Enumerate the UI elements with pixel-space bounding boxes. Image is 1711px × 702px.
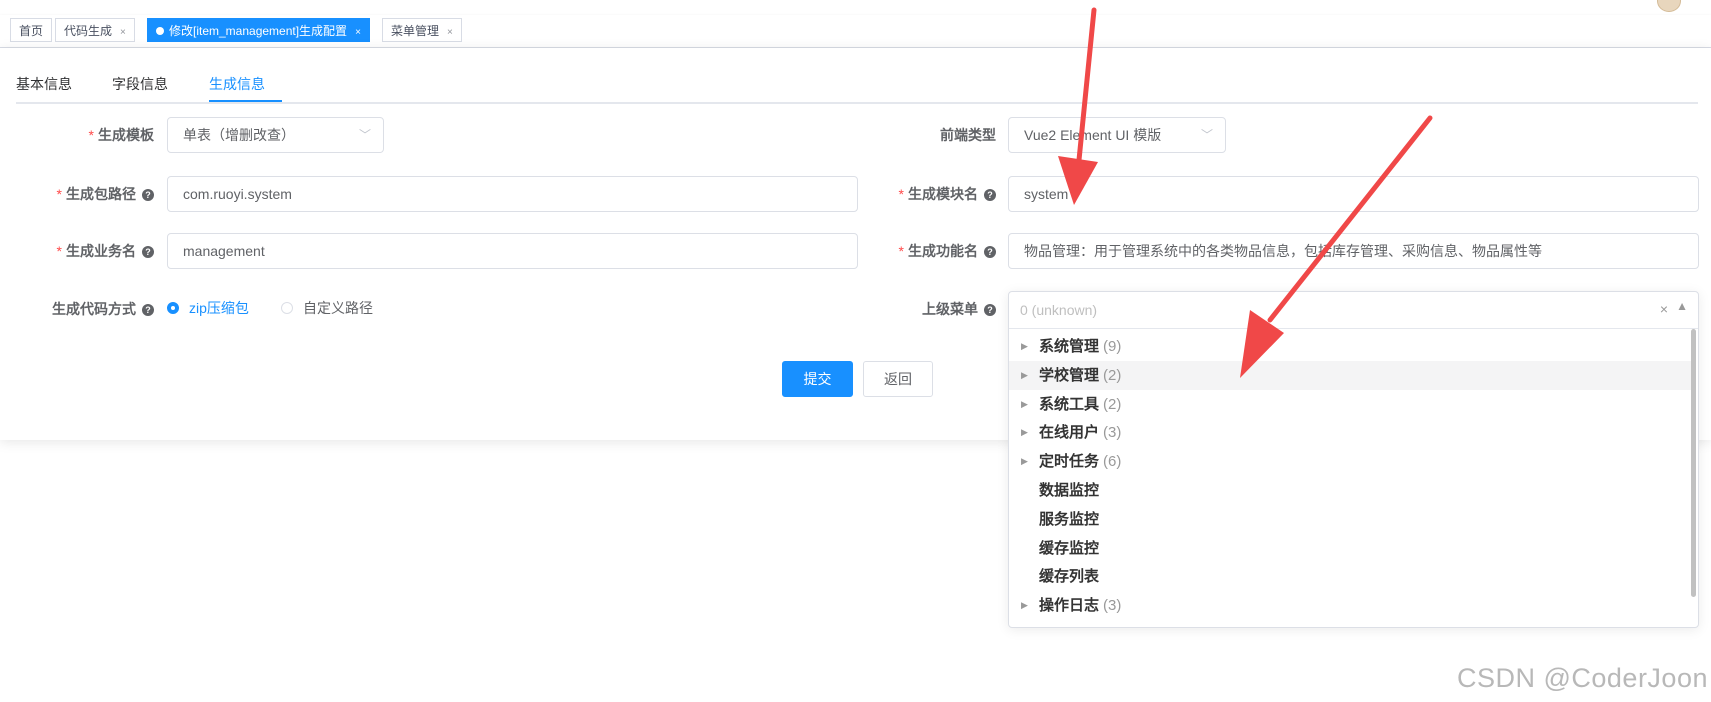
radio-zip[interactable]: zip压缩包: [167, 298, 249, 318]
tree-option[interactable]: ▶ 系统工具 (2): [1009, 390, 1691, 419]
tag-menu-manage[interactable]: 菜单管理 ×: [382, 18, 462, 42]
tree-option[interactable]: ▶ 系统管理 (9): [1009, 332, 1691, 361]
radio-custom-path[interactable]: 自定义路径: [281, 298, 373, 318]
close-icon[interactable]: ×: [447, 27, 453, 38]
tree-option[interactable]: ▶ 操作日志 (3): [1009, 591, 1691, 620]
treeselect-control[interactable]: 0 (unknown) × ▲: [1009, 292, 1698, 329]
tree-option[interactable]: 服务监控: [1009, 505, 1691, 534]
question-circle-icon[interactable]: ?: [984, 304, 996, 316]
tab-basic-info[interactable]: 基本信息: [16, 74, 72, 94]
tree-option[interactable]: ▶ 定时任务 (6): [1009, 447, 1691, 476]
tree-option[interactable]: 缓存监控: [1009, 534, 1691, 563]
chevron-down-icon: ﹀: [358, 128, 371, 142]
tree-option[interactable]: 缓存列表: [1009, 562, 1691, 591]
question-circle-icon[interactable]: ?: [984, 189, 996, 201]
business-name-input[interactable]: management: [167, 233, 858, 269]
caret-right-icon[interactable]: ▶: [1021, 390, 1028, 419]
tag-label: 菜单管理: [391, 24, 440, 38]
tag-label: 修改[item_management]生成配置: [169, 24, 348, 38]
top-navbar: [0, 0, 1711, 16]
submit-button[interactable]: 提交: [782, 361, 853, 397]
caret-right-icon[interactable]: ▶: [1021, 361, 1028, 390]
tree-option[interactable]: ▶ 在线用户 (3): [1009, 418, 1691, 447]
frontend-label: 前端类型: [940, 127, 996, 143]
dropdown-scrollbar[interactable]: [1691, 329, 1696, 597]
watermark: CSDN @CoderJoon: [1456, 663, 1708, 693]
tab-gen-info[interactable]: 生成信息: [209, 74, 265, 94]
back-button[interactable]: 返回: [863, 361, 933, 397]
business-label: * 生成业务名?: [40, 233, 154, 269]
question-circle-icon[interactable]: ?: [142, 189, 154, 201]
tag-label: 代码生成: [64, 24, 113, 38]
module-label: * 生成模块名?: [880, 176, 996, 212]
template-select[interactable]: 单表（增删改查） ﹀: [167, 117, 384, 153]
caret-right-icon[interactable]: ▶: [1021, 418, 1028, 447]
function-name-input[interactable]: 物品管理：用于管理系统中的各类物品信息，包括库存管理、采购信息、物品属性等: [1008, 233, 1699, 269]
tree-option[interactable]: ▶ 学校管理 (2): [1009, 361, 1691, 390]
module-name-input[interactable]: system: [1008, 176, 1699, 212]
radio-checked-icon: [167, 302, 179, 314]
question-circle-icon[interactable]: ?: [984, 246, 996, 258]
tag-label: 首页: [19, 24, 44, 38]
question-circle-icon[interactable]: ?: [142, 304, 154, 316]
tag-home[interactable]: 首页: [10, 18, 53, 42]
package-label: * 生成包路径?: [40, 176, 154, 212]
caret-right-icon[interactable]: ▶: [1021, 332, 1028, 361]
active-dot-icon: [156, 27, 164, 35]
gentype-label: 生成代码方式?: [40, 291, 154, 327]
caret-right-icon[interactable]: ▶: [1021, 591, 1028, 620]
treeselect-placeholder: 0 (unknown): [1020, 302, 1098, 318]
radio-unchecked-icon: [281, 302, 293, 314]
tag-gen-code[interactable]: 代码生成 ×: [55, 18, 135, 42]
package-path-input[interactable]: com.ruoyi.system: [167, 176, 858, 212]
question-circle-icon[interactable]: ?: [142, 246, 154, 258]
chevron-down-icon: ﹀: [1200, 128, 1213, 142]
clear-icon[interactable]: ×: [1660, 301, 1668, 317]
function-label: * 生成功能名?: [880, 233, 996, 269]
tpl-label: * 生成模板: [88, 127, 154, 143]
caret-right-icon[interactable]: ▶: [1021, 447, 1028, 476]
tabs-header: 基本信息 字段信息 生成信息: [16, 62, 1698, 104]
active-tab-indicator: [209, 100, 282, 102]
frontend-select[interactable]: Vue2 Element UI 模版 ﹀: [1008, 117, 1226, 153]
close-icon[interactable]: ×: [120, 27, 126, 38]
parent-menu-label: 上级菜单?: [880, 291, 996, 327]
close-icon[interactable]: ×: [355, 27, 361, 38]
tab-field-info[interactable]: 字段信息: [112, 74, 168, 94]
parent-menu-treeselect[interactable]: 0 (unknown) × ▲ ▶ 系统管理 (9) ▶ 学校管理 (2) ▶ 系统…: [1008, 291, 1699, 628]
tree-option[interactable]: 数据监控: [1009, 476, 1691, 505]
tag-edit-config[interactable]: 修改[item_management]生成配置 ×: [147, 18, 370, 42]
tags-view-bar: 首页 代码生成 × 修改[item_management]生成配置 × 菜单管理 ×: [0, 15, 1711, 48]
user-avatar[interactable]: [1657, 0, 1681, 12]
caret-up-icon[interactable]: ▲: [1676, 299, 1688, 313]
